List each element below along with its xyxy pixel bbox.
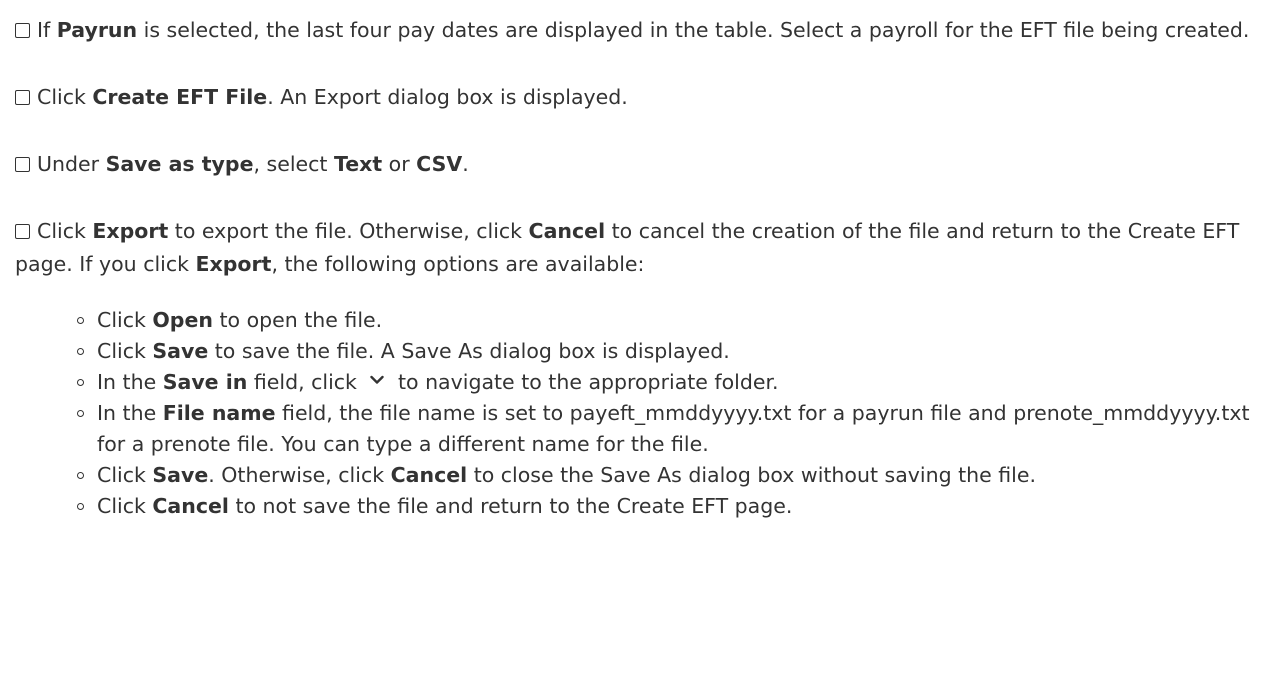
option-list-item: Click Save. Otherwise, click Cancel to c… — [77, 460, 1252, 491]
instruction-text: to navigate to the appropriate folder. — [391, 370, 779, 394]
checklist-step: Click Export to export the file. Otherwi… — [15, 215, 1252, 281]
checkbox-icon[interactable] — [15, 224, 30, 239]
ui-term: Cancel — [390, 463, 468, 487]
chevron-down-icon[interactable] — [363, 372, 391, 388]
instruction-text: Under — [37, 152, 106, 176]
option-list-item: Click Save to save the file. A Save As d… — [77, 336, 1252, 367]
ui-term: Text — [333, 152, 383, 176]
ui-term: Save in — [162, 370, 248, 394]
ui-term: Cancel — [528, 219, 606, 243]
instruction-text: Click — [97, 339, 153, 363]
option-list-item: Click Cancel to not save the file and re… — [77, 491, 1252, 522]
bullet-icon — [77, 472, 84, 479]
option-list-item: In the File name field, the file name is… — [77, 398, 1252, 460]
instruction-text: In the — [97, 401, 163, 425]
instruction-text: to export the file. Otherwise, click — [168, 219, 529, 243]
instruction-text: . Otherwise, click — [208, 463, 391, 487]
instruction-text: to save the file. A Save As dialog box i… — [208, 339, 730, 363]
document-body: If Payrun is selected, the last four pay… — [0, 0, 1266, 522]
option-list: Click Open to open the file. Click Save t… — [15, 305, 1252, 522]
instruction-text: If — [37, 18, 57, 42]
step-list: If Payrun is selected, the last four pay… — [15, 14, 1252, 281]
instruction-text: Click — [37, 219, 93, 243]
instruction-text: , select — [253, 152, 334, 176]
instruction-text: Click — [97, 494, 153, 518]
checkbox-icon[interactable] — [15, 90, 30, 105]
instruction-text: is selected, the last four pay dates are… — [137, 18, 1250, 42]
instruction-text: or — [382, 152, 417, 176]
ui-term: Save — [152, 463, 209, 487]
instruction-text: to open the file. — [212, 308, 383, 332]
instruction-text: to close the Save As dialog box without … — [467, 463, 1036, 487]
instruction-text: . — [462, 152, 469, 176]
instruction-text: . An Export dialog box is displayed. — [267, 85, 628, 109]
ui-term: File name — [162, 401, 276, 425]
checklist-step: Under Save as type, select Text or CSV. — [15, 148, 1252, 181]
ui-term: Payrun — [56, 18, 138, 42]
bullet-icon — [77, 503, 84, 510]
option-list-item: Click Open to open the file. — [77, 305, 1252, 336]
instruction-text: Click — [97, 463, 153, 487]
bullet-icon — [77, 379, 84, 386]
instruction-text: Click — [37, 85, 93, 109]
ui-term: Export — [92, 219, 169, 243]
ui-term: Cancel — [152, 494, 229, 518]
option-list-item: In the Save in field, click to navigate … — [77, 367, 1252, 398]
instruction-text: to not save the file and return to the C… — [228, 494, 793, 518]
bullet-icon — [77, 410, 84, 417]
ui-term: CSV — [416, 152, 463, 176]
bullet-icon — [77, 348, 84, 355]
ui-term: Export — [195, 252, 272, 276]
instruction-text: In the — [97, 370, 163, 394]
checklist-step: If Payrun is selected, the last four pay… — [15, 14, 1252, 47]
bullet-icon — [77, 317, 84, 324]
checklist-step: Click Create EFT File. An Export dialog … — [15, 81, 1252, 114]
instruction-text: , the following options are available: — [271, 252, 645, 276]
ui-term: Save — [152, 339, 209, 363]
instruction-text: field, click — [247, 370, 364, 394]
ui-term: Save as type — [105, 152, 254, 176]
ui-term: Create EFT File — [92, 85, 268, 109]
ui-term: Open — [152, 308, 213, 332]
checkbox-icon[interactable] — [15, 23, 30, 38]
checkbox-icon[interactable] — [15, 157, 30, 172]
instruction-text: Click — [97, 308, 153, 332]
